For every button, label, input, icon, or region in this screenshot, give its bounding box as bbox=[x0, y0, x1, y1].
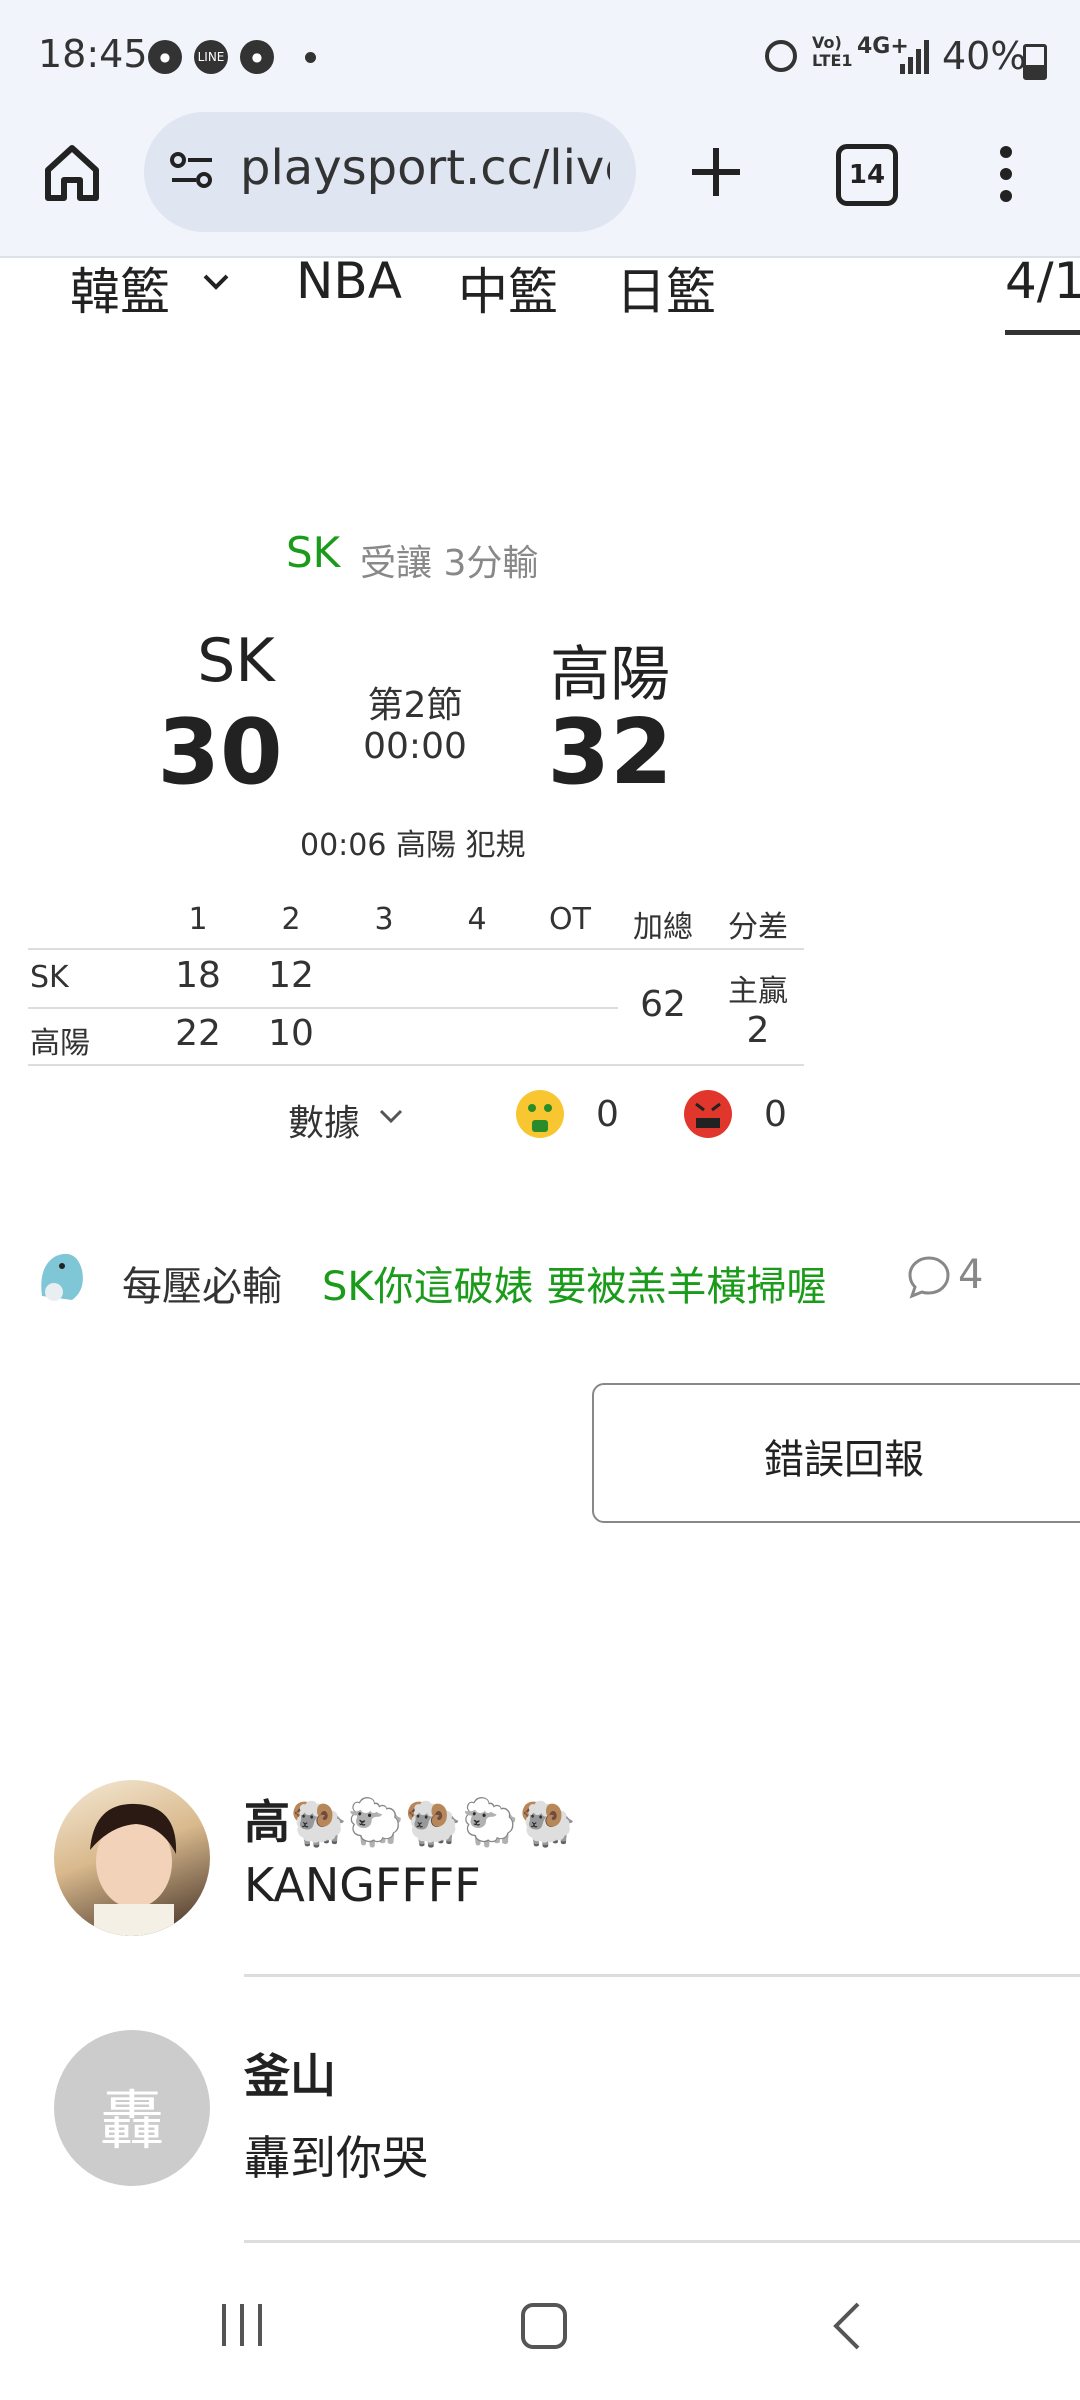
user-avatar-icon[interactable] bbox=[32, 1246, 92, 1306]
header-q4: 4 bbox=[467, 902, 487, 937]
total-points: 62 bbox=[640, 984, 686, 1025]
row-team-name: SK bbox=[30, 960, 69, 995]
angry-reaction-count: 0 bbox=[764, 1094, 787, 1135]
game-clock: 00:00 bbox=[363, 726, 467, 767]
chrome-notification-icon-2: ● bbox=[240, 40, 274, 74]
comment-count: 4 bbox=[958, 1252, 984, 1298]
battery-percent: 40% bbox=[942, 34, 1027, 78]
error-report-label: 錯誤回報 bbox=[764, 1437, 924, 1483]
comment-text: 轟到你哭 bbox=[244, 2131, 428, 2185]
more-notifications-dot bbox=[305, 52, 316, 63]
comment-bubble-icon[interactable] bbox=[906, 1254, 952, 1300]
home-nav-icon[interactable] bbox=[520, 2302, 568, 2350]
comment-text: KANGFFFF bbox=[244, 1858, 481, 1912]
url-text[interactable]: playsport.cc/lives bbox=[240, 140, 610, 196]
row-q1-score: 22 bbox=[175, 1013, 221, 1054]
header-q3: 3 bbox=[374, 902, 394, 937]
recent-apps-icon[interactable] bbox=[218, 2302, 266, 2348]
money-reaction-count: 0 bbox=[596, 1094, 619, 1135]
row-q1-score: 18 bbox=[175, 955, 221, 996]
volte-icon: Vo) LTE1 bbox=[812, 33, 853, 70]
header-ot: OT bbox=[549, 902, 591, 937]
home-icon[interactable] bbox=[40, 140, 104, 204]
site-settings-icon[interactable] bbox=[168, 150, 216, 190]
comment-divider bbox=[244, 2240, 1080, 2243]
tab-date[interactable]: 4/1 bbox=[1005, 252, 1080, 310]
last-event: 00:06 高陽 犯規 bbox=[300, 828, 526, 863]
away-score: 30 bbox=[157, 700, 283, 805]
avatar-initial: 轟 bbox=[100, 2085, 164, 2159]
angry-face-emoji-icon[interactable] bbox=[684, 1090, 732, 1138]
handicap-team: SK bbox=[286, 528, 341, 577]
row-q2-score: 12 bbox=[268, 955, 314, 996]
error-report-button[interactable]: 錯誤回報 bbox=[592, 1383, 1080, 1523]
tab-bleague[interactable]: 日籃 bbox=[616, 252, 716, 324]
home-score: 32 bbox=[547, 700, 673, 805]
comment-divider bbox=[244, 1974, 1080, 1977]
comment-username[interactable]: 釜山 bbox=[244, 2040, 336, 2106]
more-options-icon[interactable] bbox=[998, 146, 1014, 202]
user-avatar[interactable]: 轟 bbox=[54, 2030, 210, 2186]
away-team-name: SK bbox=[197, 626, 275, 696]
tab-kbl[interactable]: 韓籃 bbox=[70, 252, 170, 324]
alarm-icon bbox=[765, 40, 797, 72]
tab-switcher-button[interactable]: 14 bbox=[836, 144, 898, 206]
tab-nba[interactable]: NBA bbox=[296, 252, 402, 310]
chrome-notification-icon: ● bbox=[148, 40, 182, 74]
chevron-down-icon[interactable] bbox=[202, 272, 230, 292]
money-face-emoji-icon[interactable] bbox=[516, 1090, 564, 1138]
game-period: 第2節 bbox=[367, 685, 463, 726]
table-divider bbox=[28, 1007, 618, 1009]
table-divider bbox=[28, 1064, 804, 1066]
row-q2-score: 10 bbox=[268, 1013, 314, 1054]
diff-label: 主贏 bbox=[728, 974, 788, 1009]
back-icon[interactable] bbox=[830, 2300, 864, 2352]
money-face-icon bbox=[528, 1104, 552, 1132]
avatar-photo bbox=[90, 1803, 177, 1936]
comment-username[interactable]: 高🐏🐑🐏🐑🐏 bbox=[244, 1786, 576, 1852]
table-divider bbox=[28, 948, 804, 950]
header-q2: 2 bbox=[281, 902, 301, 937]
status-time: 18:45 bbox=[38, 32, 148, 76]
post-text[interactable]: SK你這破婊 要被羔羊橫掃喔 bbox=[322, 1254, 826, 1312]
signal-icon bbox=[900, 40, 929, 74]
active-tab-indicator bbox=[1005, 330, 1080, 335]
diff-value: 2 bbox=[746, 1010, 770, 1051]
handicap-result: 受讓 3分輸 bbox=[360, 543, 539, 584]
chevron-down-icon[interactable] bbox=[378, 1108, 404, 1126]
user-avatar[interactable] bbox=[54, 1780, 210, 1936]
header-diff: 分差 bbox=[728, 910, 788, 945]
post-username[interactable]: 每壓必輸 bbox=[122, 1254, 282, 1312]
new-tab-icon[interactable] bbox=[684, 140, 748, 204]
row-team-name: 高陽 bbox=[30, 1026, 90, 1061]
cursing-face-icon bbox=[695, 1102, 721, 1128]
battery-icon bbox=[1023, 44, 1047, 80]
stats-dropdown[interactable]: 數據 bbox=[288, 1094, 360, 1146]
line-notification-icon: LINE bbox=[194, 40, 228, 74]
header-q1: 1 bbox=[188, 902, 208, 937]
tab-sbl[interactable]: 中籃 bbox=[458, 252, 558, 324]
header-total: 加總 bbox=[633, 910, 693, 945]
